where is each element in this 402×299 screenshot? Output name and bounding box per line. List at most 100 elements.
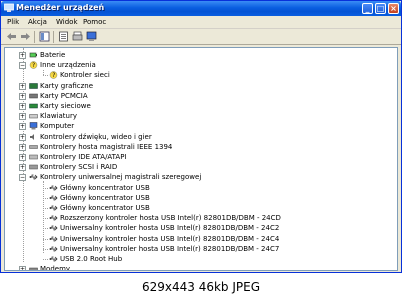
tree-item[interactable]: Główny koncentrator USB: [5, 183, 397, 193]
tree-item[interactable]: Uniwersalny kontroler hosta USB Intel(r)…: [5, 234, 397, 244]
expand-icon[interactable]: +: [19, 266, 26, 270]
tree-item-label: Główny koncentrator USB: [60, 183, 150, 192]
expand-icon[interactable]: +: [19, 154, 26, 161]
tree-item[interactable]: Rozszerzony kontroler hosta USB Intel(r)…: [5, 213, 397, 223]
tree-item[interactable]: + Kontrolery dźwięku, wideo i gier: [5, 132, 397, 142]
tree-item[interactable]: + Karty sieciowe: [5, 101, 397, 111]
tree-item-label: Główny koncentrator USB: [60, 204, 150, 212]
svg-text:?: ?: [52, 72, 55, 79]
tree-item[interactable]: + Karty graficzne: [5, 81, 397, 91]
menu-bar: Plik Akcja Widok Pomoc: [1, 16, 401, 29]
expand-icon[interactable]: +: [19, 113, 26, 121]
pcmcia-icon: [29, 93, 38, 99]
device-manager-window: Menedżer urządzeń _ □ × Plik Akcja Widok…: [0, 0, 402, 273]
device-manager-icon: [4, 3, 14, 12]
tree-item-label: Kontroler sieci: [60, 71, 110, 80]
tree-item[interactable]: Główny koncentrator USB: [5, 203, 397, 213]
expand-icon[interactable]: +: [19, 103, 26, 110]
usb-icon: [49, 236, 58, 241]
unknown-device-icon: ?: [29, 61, 38, 69]
tree-item[interactable]: + Klawiatury: [5, 111, 397, 121]
tree-connector: [43, 228, 48, 230]
back-icon[interactable]: [6, 31, 17, 42]
usb-icon: [49, 246, 58, 252]
tree-item[interactable]: + Komputer: [5, 121, 397, 131]
minimize-button[interactable]: _: [362, 3, 373, 14]
usb-icon: [29, 174, 38, 180]
tree-item-label: Główny koncentrator USB: [60, 193, 150, 202]
tree-item-label: Uniwersalny kontroler hosta USB Intel(r)…: [60, 244, 280, 253]
tree-item[interactable]: + Karty PCMCIA: [5, 91, 397, 101]
menu-help[interactable]: Pomoc: [83, 18, 106, 26]
tree-item-label: Klawiatury: [40, 112, 77, 121]
tree-item-label: Komputer: [40, 122, 75, 131]
menu-view[interactable]: Widok: [56, 18, 78, 26]
tree-item-label: USB 2.0 Root Hub: [60, 255, 123, 263]
image-caption-text: 629x443 46kb JPEG: [141, 280, 261, 294]
scsi-icon: [29, 164, 38, 170]
tree-item[interactable]: + Kontrolery IDE ATA/ATAPI: [5, 152, 397, 162]
tree-connector: [43, 197, 48, 199]
tree-item[interactable]: + Modemy: [5, 264, 397, 271]
view-icon[interactable]: [39, 31, 50, 42]
ieee1394-icon: [29, 145, 38, 149]
title-bar[interactable]: Menedżer urządzeń _ □ ×: [1, 1, 401, 16]
expand-icon[interactable]: +: [19, 52, 26, 59]
forward-icon[interactable]: [20, 31, 31, 42]
network-adapter-icon: [29, 103, 38, 109]
warning-device-icon: ?: [49, 71, 58, 79]
expand-icon[interactable]: +: [19, 164, 26, 172]
tree-item-label: Baterie: [40, 51, 66, 59]
tree-item[interactable]: −? Inne urządzenia: [5, 60, 397, 70]
tree-item-label: Kontrolery SCSI i RAID: [40, 163, 118, 172]
keyboard-icon: [29, 114, 38, 119]
usb-icon: [49, 256, 58, 262]
tree-item[interactable]: + Kontrolery hosta magistrali IEEE 1394: [5, 142, 397, 152]
modem-icon: [29, 267, 38, 270]
window-title: Menedżer urządzeń: [16, 3, 105, 12]
tree-item-label: Kontrolery IDE ATA/ATAPI: [40, 153, 127, 161]
expand-icon[interactable]: +: [19, 123, 26, 131]
tree-connector: [43, 259, 48, 260]
usb-icon: [49, 215, 58, 221]
maximize-button[interactable]: □: [375, 3, 386, 14]
collapse-icon[interactable]: −: [19, 174, 26, 182]
close-button[interactable]: ×: [388, 3, 399, 14]
menu-file[interactable]: Plik: [7, 18, 19, 26]
tree-item[interactable]: Główny koncentrator USB: [5, 193, 397, 203]
properties-icon[interactable]: [58, 31, 69, 42]
tree-item[interactable]: Uniwersalny kontroler hosta USB Intel(r)…: [5, 244, 397, 254]
battery-icon: [29, 52, 37, 58]
expand-icon[interactable]: +: [19, 92, 26, 100]
tree-item[interactable]: Uniwersalny kontroler hosta USB Intel(r)…: [5, 223, 397, 233]
display-adapter-icon: [29, 82, 38, 89]
tree-item-label: Karty sieciowe: [40, 102, 91, 110]
tree-item-label: Modemy: [40, 265, 71, 271]
tree-connector: [43, 187, 48, 189]
sound-icon: [30, 133, 34, 140]
collapse-icon[interactable]: −: [19, 62, 26, 70]
expand-icon[interactable]: +: [19, 143, 26, 151]
tree-connector: [43, 75, 48, 77]
tree-connector: [43, 218, 48, 220]
ide-icon: [29, 154, 38, 160]
tree-item[interactable]: USB 2.0 Root Hub: [5, 254, 397, 264]
computer-icon: [29, 122, 38, 130]
tree-item[interactable]: ? Kontroler sieci: [5, 70, 397, 80]
image-caption: 629x443 46kb JPEG: [0, 277, 402, 299]
scan-hardware-icon[interactable]: [86, 31, 97, 42]
tree-item-label: Rozszerzony kontroler hosta USB Intel(r)…: [60, 214, 281, 223]
expand-icon[interactable]: +: [19, 133, 26, 141]
tree-item-label: Uniwersalny kontroler hosta USB Intel(r)…: [60, 224, 280, 233]
toolbar: [1, 29, 401, 45]
toolbar-separator: [34, 31, 35, 43]
menu-action[interactable]: Akcja: [28, 18, 47, 26]
tree-connector: [43, 208, 48, 209]
tree-item-label: Karty PCMCIA: [40, 91, 88, 100]
tree-item[interactable]: − Kontrolery uniwersalnej magistrali szer…: [5, 172, 397, 182]
print-icon[interactable]: [72, 31, 83, 42]
tree-item[interactable]: + Kontrolery SCSI i RAID: [5, 162, 397, 172]
expand-icon[interactable]: +: [19, 82, 26, 90]
device-tree[interactable]: + Baterie −? Inne urządzenia? Kontroler siec…: [4, 47, 398, 271]
tree-item[interactable]: + Baterie: [5, 50, 397, 60]
